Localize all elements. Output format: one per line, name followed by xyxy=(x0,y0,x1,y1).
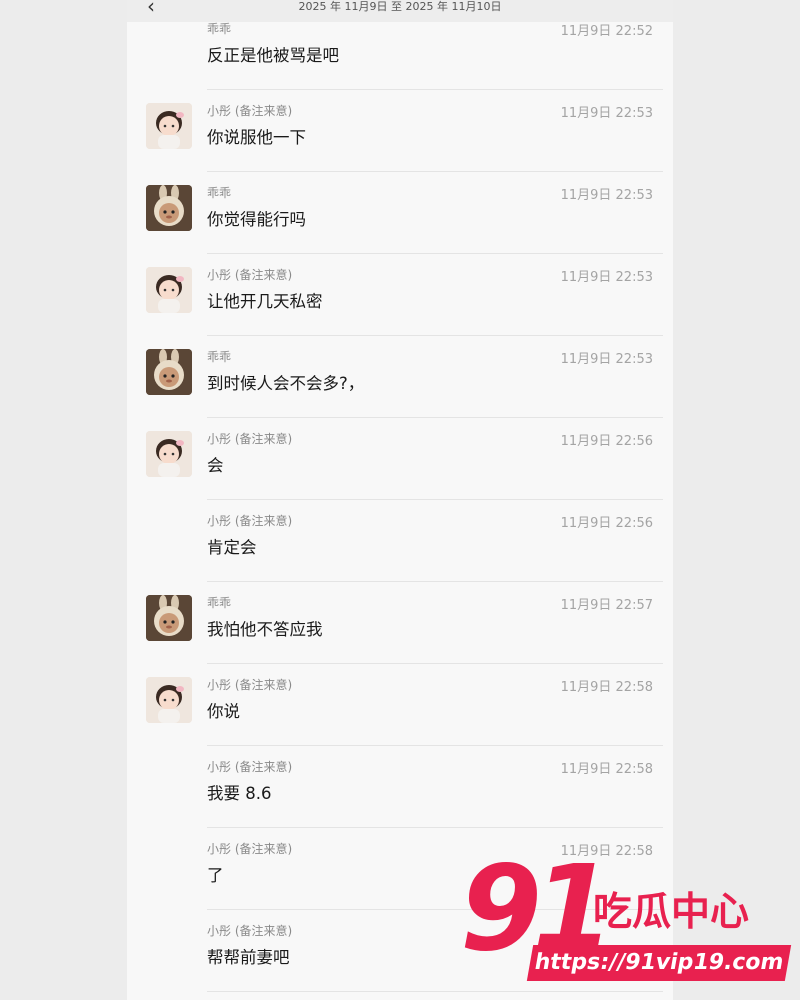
sender-name: 小彤 (备注来意) xyxy=(207,432,293,446)
watermark-title: 吃瓜中心 xyxy=(593,890,750,935)
message-time: 11月9日 22:58 xyxy=(560,762,653,777)
sender-name: 小彤 (备注来意) xyxy=(207,514,293,528)
sender-name: 乖乖 xyxy=(207,350,232,364)
avatar-girl-icon[interactable] xyxy=(146,431,192,477)
sender-name: 乖乖 xyxy=(207,596,232,610)
message-row[interactable]: 小彤 (备注来意) 11月9日 22:58 你说 xyxy=(127,664,673,746)
message-text: 帮帮前妻吧 xyxy=(207,948,290,967)
sender-name: 小彤 (备注来意) xyxy=(207,268,293,282)
sender-name: 小彤 (备注来意) xyxy=(207,104,293,118)
message-time: 11月9日 22:53 xyxy=(560,352,653,367)
message-time: 11月9日 22:53 xyxy=(560,270,653,285)
message-text: 你说 xyxy=(207,702,240,721)
message-time: 11月9日 22:56 xyxy=(560,516,653,531)
message-text: 你说服他一下 xyxy=(207,128,306,147)
sender-name: 乖乖 xyxy=(207,186,232,200)
avatar-girl-icon[interactable] xyxy=(146,267,192,313)
message-text: 我要 8.6 xyxy=(207,784,272,803)
message-text: 反正是他被骂是吧 xyxy=(207,46,339,65)
row-divider xyxy=(207,991,663,992)
message-row[interactable]: 乖乖 11月9日 22:52 反正是他被骂是吧 xyxy=(127,8,673,90)
message-row[interactable]: 乖乖 11月9日 22:53 到时候人会不会多?， xyxy=(127,336,673,418)
message-time: 11月9日 22:52 xyxy=(560,24,653,39)
message-text: 肯定会 xyxy=(207,538,257,557)
avatar-girl-icon[interactable] xyxy=(146,103,192,149)
sender-name: 乖乖 xyxy=(207,22,232,36)
avatar-bunny-icon[interactable] xyxy=(146,185,192,231)
avatar-bunny-icon[interactable] xyxy=(146,595,192,641)
message-text: 我怕他不答应我 xyxy=(207,620,323,639)
message-text: 会 xyxy=(207,456,224,475)
message-row[interactable]: 小彤 (备注来意) 11月9日 22:56 肯定会 xyxy=(127,500,673,582)
message-row[interactable]: 乖乖 11月9日 22:53 你觉得能行吗 xyxy=(127,172,673,254)
watermark-url: https://91vip19.com xyxy=(526,945,792,981)
message-row[interactable]: 小彤 (备注来意) 11月9日 22:58 我要 8.6 xyxy=(127,746,673,828)
avatar-bunny-icon[interactable] xyxy=(146,349,192,395)
message-time: 11月9日 22:53 xyxy=(560,188,653,203)
message-text: 了 xyxy=(207,866,224,885)
message-row[interactable]: 小彤 (备注来意) 11月9日 22:53 让他开几天私密 xyxy=(127,254,673,336)
message-text: 到时候人会不会多?， xyxy=(207,374,365,393)
message-time: 11月9日 22:56 xyxy=(560,434,653,449)
sender-name: 小彤 (备注来意) xyxy=(207,924,293,938)
sender-name: 小彤 (备注来意) xyxy=(207,678,293,692)
avatar-girl-icon[interactable] xyxy=(146,677,192,723)
message-row[interactable]: 乖乖 11月9日 22:57 我怕他不答应我 xyxy=(127,582,673,664)
message-time: 11月9日 22:58 xyxy=(560,680,653,695)
watermark-logo: 91 吃瓜中心 https://91vip19.com xyxy=(458,849,798,990)
message-row[interactable]: 小彤 (备注来意) 11月9日 22:56 会 xyxy=(127,418,673,500)
sender-name: 小彤 (备注来意) xyxy=(207,842,293,856)
message-row[interactable]: 小彤 (备注来意) 11月9日 22:53 你说服他一下 xyxy=(127,90,673,172)
message-time: 11月9日 22:57 xyxy=(560,598,653,613)
message-text: 让他开几天私密 xyxy=(207,292,323,311)
message-time: 11月9日 22:53 xyxy=(560,106,653,121)
message-text: 你觉得能行吗 xyxy=(207,210,306,229)
sender-name: 小彤 (备注来意) xyxy=(207,760,293,774)
